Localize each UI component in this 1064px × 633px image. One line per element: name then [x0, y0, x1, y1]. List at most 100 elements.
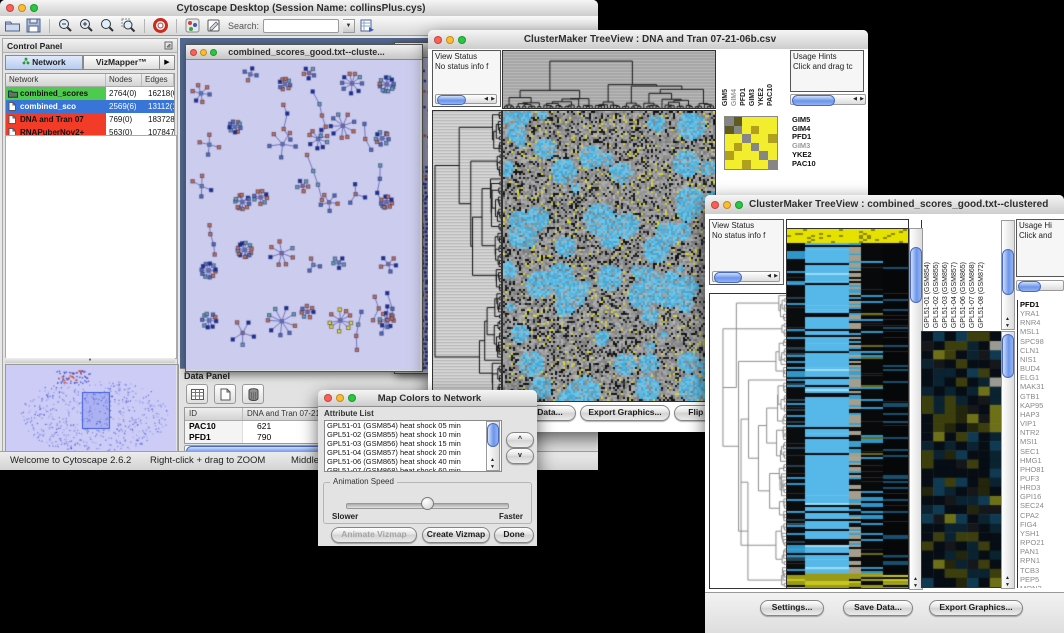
matrix-cell[interactable] — [734, 117, 743, 126]
tab-vizmapper[interactable]: VizMapper™ — [83, 55, 161, 70]
gene-label[interactable]: TCB3 — [1020, 566, 1064, 575]
tab-network[interactable]: Network — [5, 55, 83, 70]
array-label[interactable]: GPL51-01 (GSM854) — [924, 262, 932, 328]
gene-label[interactable]: CPA2 — [1020, 511, 1064, 520]
zoom-in-icon[interactable] — [78, 17, 95, 34]
gene-label[interactable]: KAP95 — [1020, 401, 1064, 410]
matrix-cell[interactable] — [759, 160, 768, 169]
panel-splitter[interactable]: ● — [5, 358, 175, 363]
attribute-list[interactable]: GPL51-01 (GSM854) heat shock 05 min GPL51… — [324, 420, 502, 472]
col-edges[interactable]: Edges — [142, 74, 174, 86]
tv1-status-scrollbar[interactable]: ◀▶ — [435, 94, 497, 104]
gene-label[interactable]: YSH1 — [1020, 529, 1064, 538]
gene-label[interactable]: CLN1 — [1020, 346, 1064, 355]
minimize-button[interactable] — [723, 201, 731, 209]
col-id[interactable]: ID — [185, 408, 243, 420]
zoom-button[interactable] — [458, 36, 466, 44]
minimize-button[interactable] — [200, 49, 207, 56]
scroll-thumb[interactable] — [1002, 334, 1014, 378]
gene-label[interactable]: PUF3 — [1020, 474, 1064, 483]
treeview2-titlebar[interactable]: ClusterMaker TreeView : combined_scores_… — [705, 195, 1064, 215]
gene-label[interactable]: PFD1 — [1020, 300, 1064, 309]
minimize-button[interactable] — [336, 394, 344, 402]
gene-label[interactable]: YRA1 — [1020, 309, 1064, 318]
new-attribute-icon[interactable] — [214, 384, 236, 404]
network-overview-panel[interactable] — [5, 364, 179, 456]
matrix-cell[interactable] — [759, 126, 768, 135]
matrix-cell[interactable] — [768, 160, 777, 169]
tv1-gene-dendrogram[interactable] — [432, 110, 502, 402]
tv1-zoom-heatmap[interactable] — [724, 116, 778, 170]
minimize-button[interactable] — [18, 4, 26, 12]
gene-label[interactable]: RNR4 — [1020, 318, 1064, 327]
search-input[interactable] — [263, 19, 339, 33]
matrix-cell[interactable] — [742, 134, 751, 143]
matrix-cell[interactable] — [768, 117, 777, 126]
export-graphics-button[interactable]: Export Graphics... — [929, 600, 1023, 616]
move-down-button[interactable]: v — [506, 448, 534, 464]
tv2-global-heatmap[interactable] — [786, 228, 909, 589]
matrix-cell[interactable] — [759, 143, 768, 152]
gene-label[interactable]: HRD3 — [1020, 483, 1064, 492]
save-data-button[interactable]: Save Data... — [843, 600, 913, 616]
attribute-list-item[interactable]: GPL51-01 (GSM854) heat shock 05 min — [325, 421, 501, 430]
matrix-cell[interactable] — [742, 160, 751, 169]
scroll-thumb[interactable] — [910, 247, 922, 303]
tv2-zoom-heatmap[interactable] — [921, 331, 1002, 588]
matrix-cell[interactable] — [725, 143, 734, 152]
minimize-button[interactable] — [446, 36, 454, 44]
matrix-cell[interactable] — [725, 151, 734, 160]
gene-label[interactable]: RPN1 — [1020, 556, 1064, 565]
gene-label[interactable]: PEP5 — [1020, 575, 1064, 584]
attribute-list-item[interactable]: GPL51-03 (GSM856) heat shock 15 min — [325, 439, 501, 448]
create-vizmap-button[interactable]: Create Vizmap — [422, 527, 490, 543]
annotation-icon[interactable] — [205, 17, 222, 34]
zoom-selected-icon[interactable] — [120, 17, 137, 34]
matrix-cell[interactable] — [768, 126, 777, 135]
gene-label[interactable]: NTR2 — [1020, 428, 1064, 437]
close-button[interactable] — [6, 4, 14, 12]
row-label[interactable]: PAC10 — [792, 160, 816, 169]
array-label[interactable]: GPL51-04 (GSM857) — [951, 262, 959, 328]
tv2-usage-scrollbar[interactable] — [1016, 280, 1064, 291]
matrix-cell[interactable] — [734, 126, 743, 135]
matrix-cell[interactable] — [742, 117, 751, 126]
gene-label[interactable]: NIS1 — [1020, 355, 1064, 364]
gene-label[interactable]: BUD4 — [1020, 364, 1064, 373]
matrix-cell[interactable] — [734, 134, 743, 143]
gene-label[interactable]: SEC24 — [1020, 501, 1064, 510]
attribute-list-scrollbar[interactable]: ▲▼ — [486, 421, 500, 471]
gene-label[interactable]: GPI16 — [1020, 492, 1064, 501]
gene-label[interactable]: SEC1 — [1020, 447, 1064, 456]
matrix-cell[interactable] — [759, 117, 768, 126]
zoom-button[interactable] — [30, 4, 38, 12]
gene-label[interactable]: MSL1 — [1020, 327, 1064, 336]
gene-label[interactable]: MON2 — [1020, 584, 1064, 588]
matrix-cell[interactable] — [734, 143, 743, 152]
network-row[interactable]: combined_scores2764(0)16218(0) — [6, 87, 174, 100]
matrix-cell[interactable] — [725, 126, 734, 135]
close-button[interactable] — [711, 201, 719, 209]
zoom-button[interactable] — [348, 394, 356, 402]
gene-label[interactable]: MSI1 — [1020, 437, 1064, 446]
matrix-cell[interactable] — [751, 151, 760, 160]
array-label[interactable]: GPL51-02 (GSM855) — [933, 262, 941, 328]
close-button[interactable] — [190, 49, 197, 56]
array-label[interactable]: GPL51-08 (GSM872) — [978, 262, 986, 328]
matrix-cell[interactable] — [759, 134, 768, 143]
col-network[interactable]: Network — [6, 74, 106, 86]
vizmap-icon[interactable] — [184, 17, 201, 34]
column-label[interactable]: GIM3 — [749, 89, 757, 106]
scroll-thumb[interactable] — [714, 272, 742, 283]
tv2-gene-dendrogram[interactable] — [709, 293, 787, 589]
zoom-fit-icon[interactable] — [99, 17, 116, 34]
export-graphics-button[interactable]: Export Graphics... — [580, 405, 670, 421]
open-file-icon[interactable] — [4, 17, 21, 34]
gene-label[interactable]: VIP1 — [1020, 419, 1064, 428]
matrix-cell[interactable] — [725, 117, 734, 126]
main-titlebar[interactable]: Cytoscape Desktop (Session Name: collins… — [0, 0, 598, 17]
matrix-cell[interactable] — [751, 160, 760, 169]
tv1-column-dendrogram[interactable] — [502, 50, 716, 109]
tabs-more-arrow[interactable]: ▶ — [160, 55, 175, 70]
column-label[interactable]: GIM4 — [731, 89, 739, 106]
